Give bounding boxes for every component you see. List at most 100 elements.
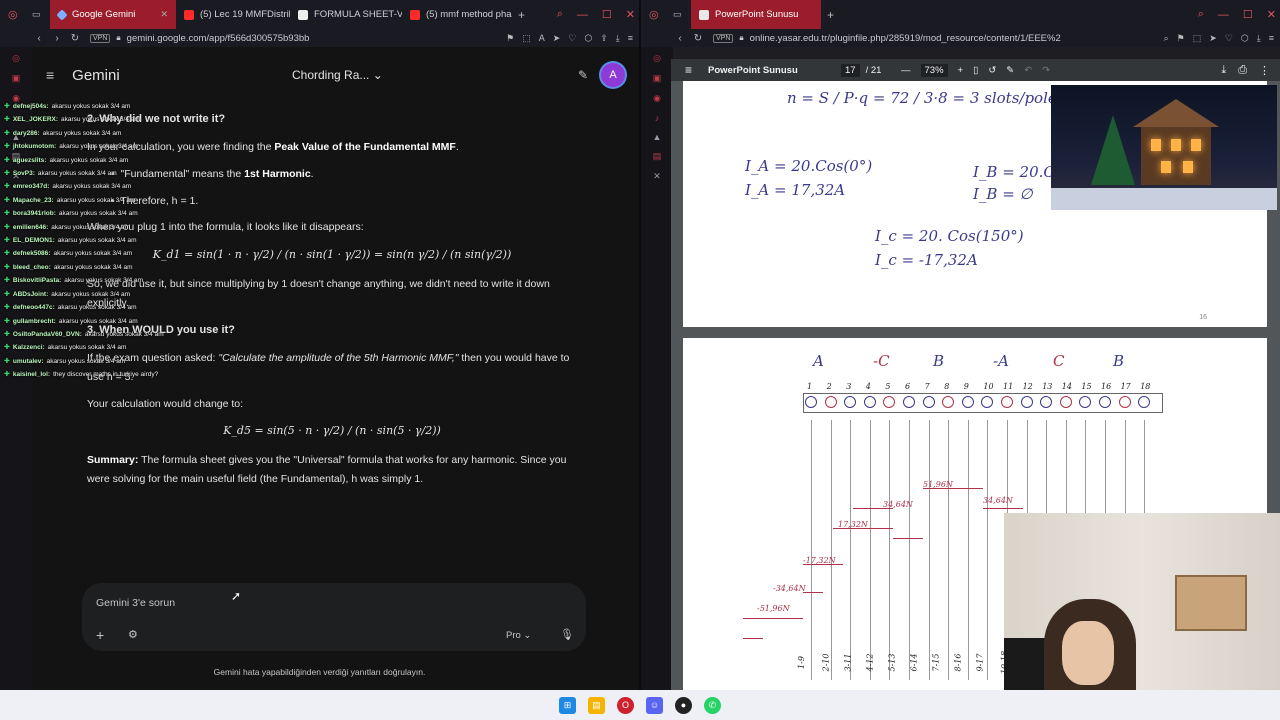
reload-icon[interactable]: ↻	[66, 33, 84, 44]
tab-powerpoint[interactable]: PowerPoint Sunusu	[691, 0, 821, 29]
zoom-in-icon[interactable]: +	[958, 65, 964, 76]
annotate-icon[interactable]: ✎	[1006, 65, 1014, 76]
download-icon[interactable]: ⤓	[1221, 64, 1226, 77]
search-icon[interactable]: ⌕	[1198, 8, 1204, 21]
close-window-icon[interactable]: ✕	[626, 8, 635, 21]
new-tab-icon[interactable]: +	[518, 8, 525, 22]
snow-ground	[1051, 188, 1277, 210]
print-icon[interactable]: ⎙	[1238, 64, 1247, 77]
zoom-out-icon[interactable]: —	[901, 65, 911, 76]
tab-list-icon[interactable]: ▭	[32, 9, 46, 20]
back-icon[interactable]: ‹	[671, 33, 689, 44]
download-icon[interactable]: ⤓	[1257, 33, 1261, 44]
share-icon[interactable]: ⇪	[600, 33, 608, 44]
close-window-icon[interactable]: ✕	[1267, 8, 1276, 21]
slot-number: 6	[905, 382, 911, 391]
chat-title-dropdown[interactable]: Chording Ra... ⌄	[292, 68, 383, 82]
close-tab-icon[interactable]: ✕	[160, 9, 168, 20]
slot-gridline	[967, 420, 969, 680]
screenshot-icon[interactable]: ⬚	[1193, 33, 1202, 44]
tab-mmf-method[interactable]: (5) mmf method phas	[402, 0, 512, 29]
chat-username: emreo347d:	[12, 183, 50, 191]
lock-icon[interactable]: 🔒︎	[739, 33, 743, 43]
hamburger-menu-icon[interactable]: ≡	[46, 67, 54, 83]
slot-gridline	[830, 420, 832, 680]
maximize-icon[interactable]: ☐	[1243, 8, 1253, 21]
windows-start-icon[interactable]: ⊞	[559, 696, 576, 714]
sidebar-ai-icon[interactable]: ◎	[653, 53, 661, 64]
heart-icon[interactable]: ♡	[568, 33, 576, 44]
fit-page-icon[interactable]: ▯	[973, 65, 978, 76]
file-explorer-icon[interactable]: ▤	[588, 696, 605, 714]
translate-icon[interactable]: A	[539, 33, 545, 44]
zoom-icon[interactable]: ⌕	[1164, 33, 1169, 44]
page-number-input[interactable]: 17	[841, 63, 860, 77]
avatar[interactable]: A	[601, 63, 625, 87]
tab-list-icon[interactable]: ▭	[673, 9, 687, 20]
extensions-icon[interactable]: ⬡	[584, 33, 592, 44]
add-icon[interactable]: +	[96, 627, 104, 643]
prompt-placeholder[interactable]: Gemini 3'e sorun	[96, 597, 175, 609]
opera-taskbar-icon[interactable]: O	[617, 696, 634, 714]
bookmark-icon[interactable]: ⚑	[1177, 33, 1185, 44]
opera-logo-icon[interactable]: ◎	[649, 8, 663, 21]
menu-icon[interactable]: ≡	[628, 33, 633, 44]
prompt-input-box[interactable]: Gemini 3'e sorun + ⚙ Pro ⌄ 🎙︎	[82, 583, 586, 651]
minimize-icon[interactable]: —	[577, 9, 588, 21]
sidebar-messenger-icon[interactable]: ◉	[653, 93, 661, 104]
slot-number: 11	[1003, 382, 1014, 391]
send-icon[interactable]: ➤	[553, 33, 561, 44]
new-chat-icon[interactable]: ✎	[578, 68, 588, 82]
menu-icon[interactable]: ≡	[1269, 33, 1274, 44]
rotate-icon[interactable]: ↺	[988, 65, 996, 76]
back-icon[interactable]: ‹	[30, 33, 48, 44]
window-controls: ⌕ — ☐ ✕	[1198, 0, 1276, 29]
vpn-badge[interactable]: VPN	[713, 33, 734, 43]
pdf-menu-icon[interactable]: ≡	[685, 63, 692, 77]
bookmark-icon[interactable]: ⚑	[506, 33, 514, 44]
undo-icon[interactable]: ↶	[1024, 65, 1032, 76]
chat-text: akarsu yokus sokak 3/4 am	[51, 223, 131, 231]
whatsapp-icon[interactable]: ✆	[704, 696, 721, 714]
url-field[interactable]: gemini.google.com/app/f566d300575b93bb	[127, 33, 506, 44]
download-icon[interactable]: ⤓	[616, 33, 620, 44]
phase-label: C	[1053, 352, 1065, 370]
discord-icon[interactable]: ☺	[646, 696, 663, 714]
microphone-icon[interactable]: 🎙︎	[560, 628, 574, 641]
sidebar-twitch-icon[interactable]: ▤	[653, 151, 662, 162]
slot-gridline	[889, 420, 891, 680]
phase-label: A	[813, 352, 824, 370]
handwritten-equation: I_A = 17,32A	[745, 181, 846, 199]
sidebar-store-icon[interactable]: ▣	[12, 73, 21, 84]
forward-icon[interactable]: ›	[48, 33, 66, 44]
search-icon[interactable]: ⌕	[557, 8, 563, 21]
sidebar-music-icon[interactable]: ♪	[655, 113, 660, 123]
heart-icon[interactable]: ♡	[1225, 33, 1233, 44]
obs-icon[interactable]: ●	[675, 696, 692, 714]
url-field[interactable]: online.yasar.edu.tr/pluginfile.php/28591…	[750, 33, 1164, 44]
more-options-icon[interactable]: ⋮	[1259, 64, 1270, 77]
tools-icon[interactable]: ⚙	[128, 628, 138, 641]
sidebar-ai-icon[interactable]: ◎	[12, 53, 20, 64]
opera-logo-icon[interactable]: ◎	[8, 8, 22, 21]
send-icon[interactable]: ➤	[1209, 33, 1217, 44]
zoom-level[interactable]: 73%	[920, 63, 948, 77]
sidebar-x-icon[interactable]: ✕	[653, 171, 661, 182]
tab-formula-sheet[interactable]: FORMULA SHEET-VE	[290, 0, 402, 29]
lock-icon[interactable]: 🔒︎	[116, 33, 120, 43]
tab-lec19[interactable]: (5) Lec 19 MMFDistrib	[176, 0, 290, 29]
screenshot-icon[interactable]: ⬚	[522, 33, 531, 44]
sidebar-arrow-icon[interactable]: ▲	[653, 132, 662, 142]
extensions-icon[interactable]: ⬡	[1241, 33, 1249, 44]
reload-icon[interactable]: ↻	[689, 33, 707, 44]
minimize-icon[interactable]: —	[1218, 9, 1229, 21]
new-tab-icon[interactable]: +	[827, 8, 834, 22]
redo-icon[interactable]: ↷	[1042, 65, 1050, 76]
model-selector[interactable]: Pro ⌄	[506, 630, 531, 641]
maximize-icon[interactable]: ☐	[602, 8, 612, 21]
vpn-badge[interactable]: VPN	[90, 33, 111, 43]
chat-message: ✚ BiskovitliPasta: akarsu yokus sokak 3/4 …	[4, 274, 194, 287]
chat-badge-icon: ✚	[4, 250, 10, 258]
tab-google-gemini[interactable]: Google Gemini ✕	[50, 0, 176, 29]
sidebar-store-icon[interactable]: ▣	[653, 73, 662, 84]
